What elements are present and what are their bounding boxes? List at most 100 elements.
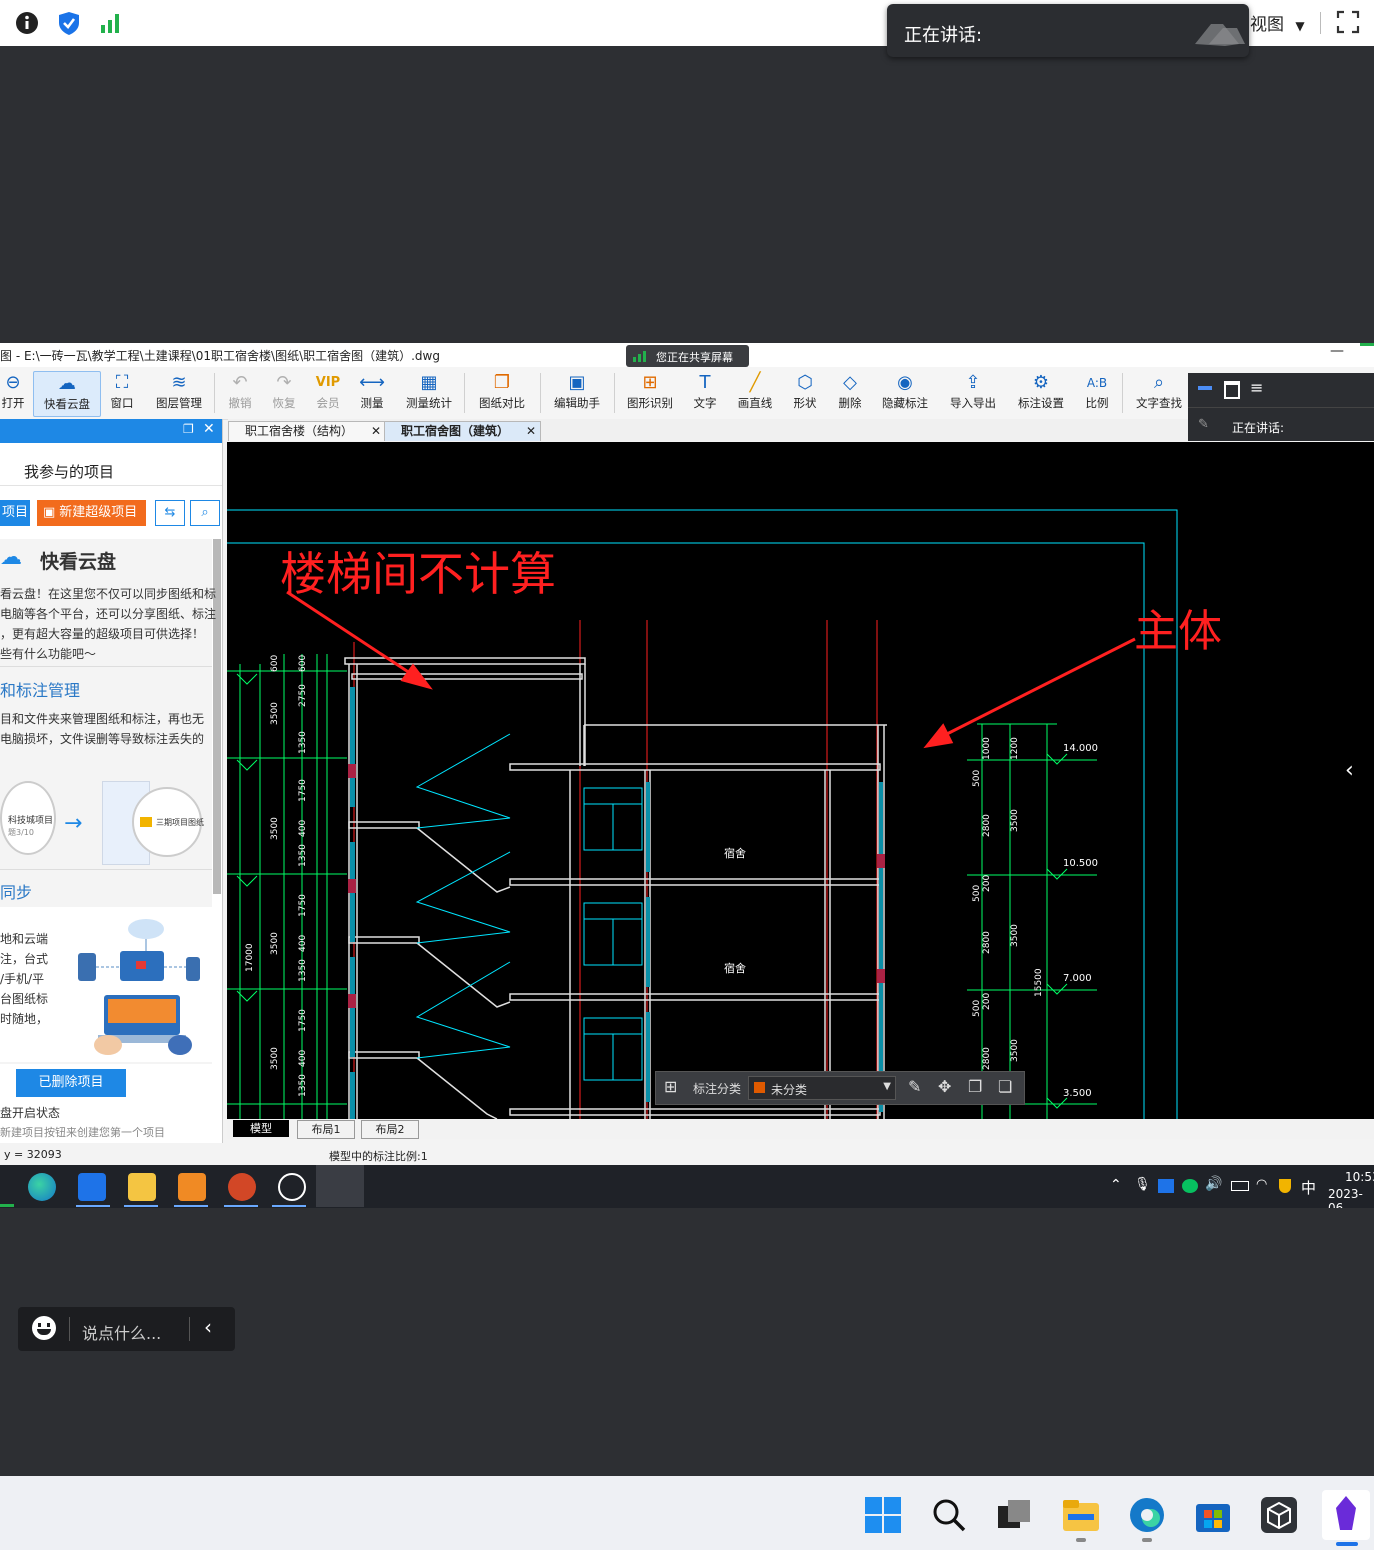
microsoft-store-icon[interactable] [1194, 1496, 1232, 1534]
tab-label: 职工宿舍楼（结构） [245, 424, 354, 438]
chat-box[interactable]: 说点什么... ‹ [18, 1307, 235, 1351]
security-icon[interactable] [1279, 1179, 1291, 1193]
cloud-icon: ☁ [58, 373, 76, 394]
close-icon[interactable]: ✕ [371, 422, 381, 441]
tray-photos-icon[interactable] [1158, 1179, 1174, 1193]
toolbar-redo-button[interactable]: ↷ 恢复 [268, 371, 300, 415]
sync-devices-illustration [78, 919, 200, 1055]
chat-input[interactable]: 说点什么... [82, 1320, 161, 1344]
clock-time[interactable]: 10:53 [1345, 1170, 1374, 1184]
tab-architecture[interactable]: 职工宿舍图（建筑） ✕ [384, 421, 541, 441]
toolbar-delete-button[interactable]: ◇ 删除 [834, 371, 866, 415]
tab-model[interactable]: 模型 [233, 1120, 289, 1137]
chevron-left-icon[interactable]: ‹ [1345, 758, 1354, 783]
move-icon[interactable]: ✥ [938, 1077, 951, 1096]
edit-icon[interactable]: ✎ [908, 1077, 921, 1096]
coordinate-readout: y = 32093 [4, 1148, 62, 1161]
dimension-text: 17000 [245, 943, 255, 972]
toolbar-vip-button[interactable]: VIP 会员 [312, 371, 344, 415]
paste-icon[interactable]: ❏ [998, 1077, 1012, 1096]
tab-layout2[interactable]: 布局2 [361, 1120, 419, 1139]
battery-icon[interactable] [1231, 1181, 1249, 1191]
search-icon[interactable] [930, 1496, 968, 1534]
location-app-icon[interactable] [278, 1173, 306, 1201]
new-super-project-label: 新建超级项目 [59, 505, 138, 520]
3d-box-app-icon[interactable] [1260, 1496, 1298, 1534]
close-icon[interactable]: ✕ [526, 422, 536, 441]
toolbar-undo-button[interactable]: ↶ 撤销 [224, 371, 256, 415]
toolbar-shape-button[interactable]: ⬡ 形状 [790, 371, 820, 415]
active-app-tile[interactable] [1322, 1490, 1370, 1540]
deleted-projects-button[interactable]: 已删除项目 [16, 1069, 126, 1097]
sharing-indicator[interactable]: 您正在共享屏幕 [626, 345, 749, 367]
window-icon[interactable] [1224, 381, 1240, 399]
text-search-icon: ⌕ [1153, 372, 1165, 393]
toolbar-label: 测量 [360, 396, 384, 410]
menu-icon[interactable]: ≡ [1250, 380, 1263, 396]
toolbar-layers-button[interactable]: ≋ 图层管理 [152, 371, 206, 415]
copy-icon[interactable]: ❐ [968, 1077, 982, 1096]
tab-layout1[interactable]: 布局1 [297, 1120, 355, 1139]
powerpoint-icon[interactable] [228, 1173, 256, 1201]
restore-icon[interactable]: ❐ [183, 422, 194, 436]
info-icon[interactable] [14, 10, 40, 36]
speaking-popup: 正在讲话: [887, 4, 1249, 57]
wechat-icon[interactable] [1182, 1179, 1198, 1193]
search-button[interactable]: ⌕ [190, 500, 220, 526]
windows-start-icon[interactable] [864, 1496, 902, 1534]
photos-icon[interactable] [78, 1173, 106, 1201]
emoji-icon[interactable] [32, 1316, 56, 1340]
toolbar-compare-button[interactable]: ❐ 图纸对比 [474, 371, 530, 415]
toolbar-shape-recognize-button[interactable]: ⊞ 图形识别 [622, 371, 678, 415]
sync-button[interactable]: ⇆ [155, 500, 185, 526]
view-menu[interactable]: 视图 ▼ [1250, 10, 1305, 35]
toolbar-label: 会员 [316, 396, 340, 410]
tab-structure[interactable]: 职工宿舍楼（结构） ✕ [228, 421, 386, 441]
file-explorer-icon[interactable] [1062, 1496, 1100, 1534]
toolbar-open-button[interactable]: ⊖ 打开 [0, 371, 26, 415]
volume-icon[interactable]: 🔊 [1205, 1176, 1222, 1192]
toolbar-label: 画直线 [737, 396, 773, 410]
grid-icon[interactable]: ⊞ [664, 1077, 677, 1096]
close-icon[interactable]: ✕ [203, 421, 215, 437]
dimension-text: 600 [270, 655, 280, 672]
level-elevation-text: 7.000 [1063, 973, 1092, 984]
toolbar-scale-button[interactable]: A:B 比例 [1082, 371, 1112, 415]
toolbar-hide-annotation-button[interactable]: ◉ 隐藏标注 [878, 371, 932, 415]
clock-date[interactable]: 2023-06 [1328, 1187, 1374, 1208]
edge-icon[interactable] [1128, 1496, 1166, 1534]
edge-icon[interactable] [28, 1173, 56, 1201]
network-signal-icon[interactable] [98, 10, 124, 36]
projects-button[interactable]: 项目 [0, 500, 30, 526]
view-label: 视图 [1250, 15, 1284, 35]
toolbar-measure-button[interactable]: ⟷ 测量 [356, 371, 388, 415]
toolbar-import-export-button[interactable]: ⇪ 导入导出 [946, 371, 1000, 415]
minimize-icon[interactable] [1198, 386, 1212, 390]
running-indicator [174, 1205, 208, 1207]
toolbar-text-search-button[interactable]: ⌕ 文字查找 [1132, 371, 1186, 415]
annotation-category-select[interactable]: 未分类 ▼ [748, 1076, 896, 1100]
ime-indicator[interactable]: 中 [1301, 1177, 1316, 1198]
app-orange-icon[interactable] [178, 1173, 206, 1201]
toolbar-measure-stats-button[interactable]: ▦ 测量统计 [402, 371, 456, 415]
toolbar-cloud-button[interactable]: ☁ 快看云盘 [33, 371, 101, 417]
security-shield-icon[interactable] [56, 10, 82, 36]
wifi-icon[interactable]: ◠ [1256, 1177, 1267, 1192]
toolbar-window-button[interactable]: ⛶ 窗口 [106, 371, 138, 415]
minimize-button[interactable]: — [1330, 343, 1344, 359]
toolbar-annotation-settings-button[interactable]: ⚙ 标注设置 [1014, 371, 1068, 415]
status-bar: y = 32093 模型中的标注比例:1 [0, 1143, 1374, 1165]
collapse-chevron-icon[interactable]: ‹ [204, 1315, 212, 1339]
microphone-icon[interactable]: 🎙 [1134, 1177, 1151, 1192]
new-super-project-button[interactable]: ▣ 新建超级项目 [37, 500, 146, 526]
cad-canvas[interactable]: 600 3500 3500 3500 3500 17000 600 2750 1350 1750 4… [227, 442, 1374, 1120]
toolbar-text-button[interactable]: T 文字 [690, 371, 720, 415]
speaker-avatar-blur [1195, 24, 1245, 46]
toolbar-line-button[interactable]: ╱ 画直线 [734, 371, 776, 415]
running-indicator [76, 1205, 110, 1207]
toolbar-edit-assistant-button[interactable]: ▣ 编辑助手 [550, 371, 604, 415]
file-explorer-icon[interactable] [128, 1173, 156, 1201]
tray-chevron-up-icon[interactable]: ⌃ [1110, 1177, 1122, 1193]
fullscreen-icon[interactable] [1336, 10, 1360, 34]
task-view-icon[interactable] [996, 1496, 1034, 1534]
